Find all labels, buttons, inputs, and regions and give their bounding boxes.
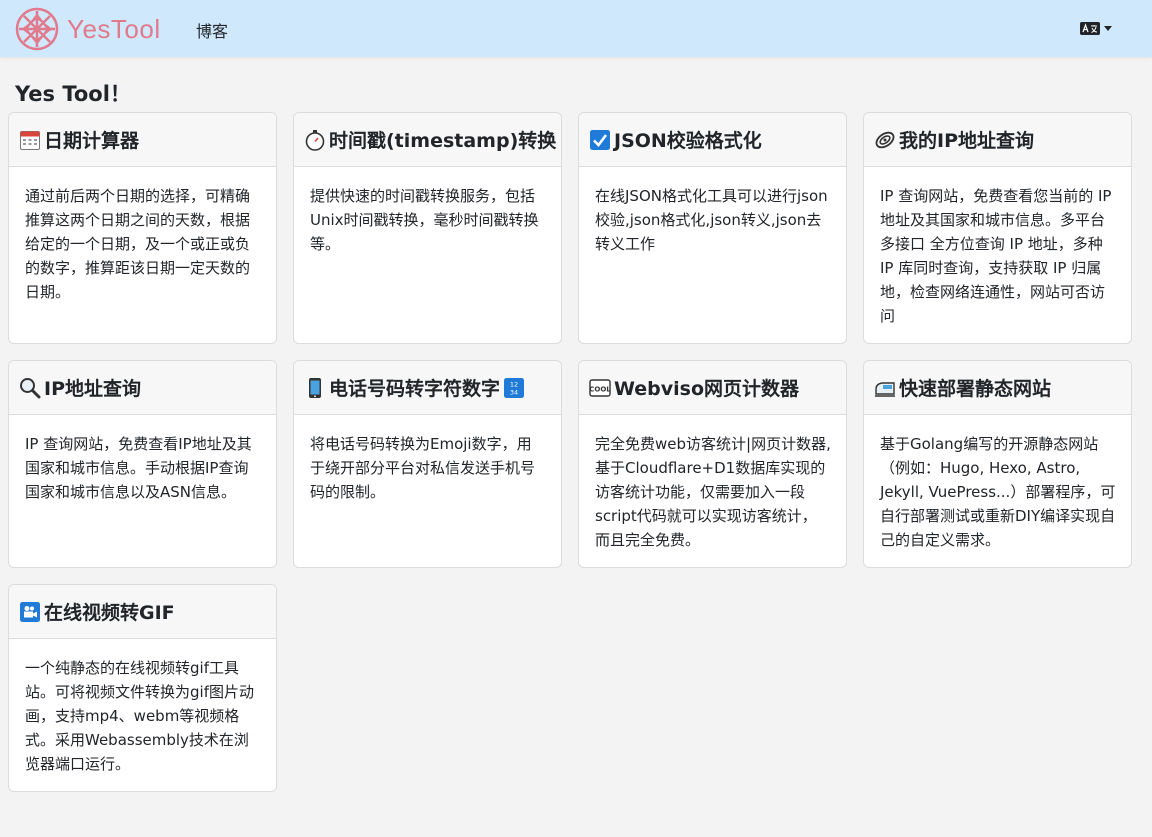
- numbers-icon: 12 34: [504, 377, 525, 398]
- tool-card-date-calculator[interactable]: 日期计算器 通过前后两个日期的选择，可精确推算这两个日期之间的天数，根据给定的一…: [8, 112, 277, 344]
- card-header: 电话号码转字符数字 12 34: [294, 361, 561, 415]
- language-icon: [1080, 21, 1100, 35]
- card-header: COOL Webviso网页计数器: [579, 361, 846, 415]
- magnifier-icon: [20, 377, 41, 398]
- card-title: Webviso网页计数器: [614, 378, 800, 400]
- card-title: 我的IP地址查询: [899, 130, 1034, 152]
- tool-card-my-ip[interactable]: 我的IP地址查询 IP 查询网站，免费查看您当前的 IP 地址及其国家和城市信息…: [863, 112, 1132, 344]
- tool-card-phone-emoji[interactable]: 电话号码转字符数字 12 34 将电话号码转换为Emoji数字，用于绕开部分平台…: [293, 360, 562, 568]
- language-dropdown[interactable]: [1080, 20, 1112, 36]
- tool-card-webviso[interactable]: COOL Webviso网页计数器 完全免费web访客统计|网页计数器,基于Cl…: [578, 360, 847, 568]
- card-title: JSON校验格式化: [614, 130, 762, 152]
- brand-name: YesTool: [67, 13, 161, 44]
- card-description: IP 查询网站，免费查看IP地址及其国家和城市信息。手动根据IP查询国家和城市信…: [25, 435, 252, 501]
- svg-text:12: 12: [510, 380, 518, 388]
- card-description: 通过前后两个日期的选择，可精确推算这两个日期之间的天数，根据给定的一个日期，及一…: [25, 187, 251, 301]
- card-description: IP 查询网站，免费查看您当前的 IP 地址及其国家和城市信息。多平台 多接口 …: [880, 187, 1112, 325]
- card-description: 将电话号码转换为Emoji数字，用于绕开部分平台对私信发送手机号码的限制。: [310, 435, 536, 501]
- card-title: 在线视频转GIF: [44, 602, 175, 624]
- card-title: IP地址查询: [44, 378, 141, 400]
- nav-link-blog[interactable]: 博客: [196, 18, 228, 42]
- svg-text:COOL: COOL: [589, 385, 611, 393]
- tool-card-json[interactable]: JSON校验格式化 在线JSON格式化工具可以进行json校验,json格式化,…: [578, 112, 847, 344]
- calendar-icon: [20, 130, 40, 150]
- tool-card-video-to-gif[interactable]: 在线视频转GIF 一个纯静态的在线视频转gif工具站。可将视频文件转换为gif图…: [8, 584, 277, 792]
- card-header: 快速部署静态网站: [864, 361, 1131, 415]
- card-header: 时间戳(timestamp)转换: [294, 113, 561, 167]
- svg-text:34: 34: [510, 388, 518, 396]
- card-description: 在线JSON格式化工具可以进行json校验,json格式化,json转义,jso…: [595, 187, 828, 253]
- logo-icon: [15, 7, 59, 51]
- brand-link[interactable]: YesTool: [15, 7, 161, 51]
- card-title: 时间戳(timestamp)转换: [329, 130, 557, 152]
- card-description: 基于Golang编写的开源静态网站（例如：Hugo, Hexo, Astro, …: [880, 435, 1116, 549]
- cool-icon: COOL: [589, 378, 611, 397]
- network-icon: [875, 131, 895, 148]
- card-header: 我的IP地址查询: [864, 113, 1131, 167]
- tool-card-static-deploy[interactable]: 快速部署静态网站 基于Golang编写的开源静态网站（例如：Hugo, Hexo…: [863, 360, 1132, 568]
- card-description: 提供快速的时间戳转换服务，包括Unix时间戳转换，毫秒时间戳转换等。: [310, 187, 539, 253]
- card-title: 电话号码转字符数字: [329, 378, 501, 400]
- card-header: JSON校验格式化: [579, 113, 846, 167]
- train-icon: [875, 381, 895, 397]
- tool-card-timestamp[interactable]: 时间戳(timestamp)转换 提供快速的时间戳转换服务，包括Unix时间戳转…: [293, 112, 562, 344]
- card-header: 日期计算器: [9, 113, 276, 167]
- phone-icon: [309, 377, 321, 398]
- top-navbar: YesTool 博客: [0, 0, 1152, 57]
- card-description: 完全免费web访客统计|网页计数器,基于Cloudflare+D1数据库实现的访…: [595, 435, 831, 549]
- card-header: 在线视频转GIF: [9, 585, 276, 639]
- card-title: 快速部署静态网站: [899, 378, 1052, 400]
- stopwatch-icon: [305, 129, 325, 151]
- card-header: IP地址查询: [9, 361, 276, 415]
- check-icon: [590, 129, 610, 150]
- tool-card-ip-lookup[interactable]: IP地址查询 IP 查询网站，免费查看IP地址及其国家和城市信息。手动根据IP查…: [8, 360, 277, 568]
- movie-camera-icon: [20, 601, 40, 622]
- card-title: 日期计算器: [44, 130, 140, 152]
- chevron-down-icon: [1104, 25, 1112, 31]
- card-description: 一个纯静态的在线视频转gif工具站。可将视频文件转换为gif图片动画，支持mp4…: [25, 659, 254, 773]
- page-title: Yes Tool！: [15, 82, 131, 106]
